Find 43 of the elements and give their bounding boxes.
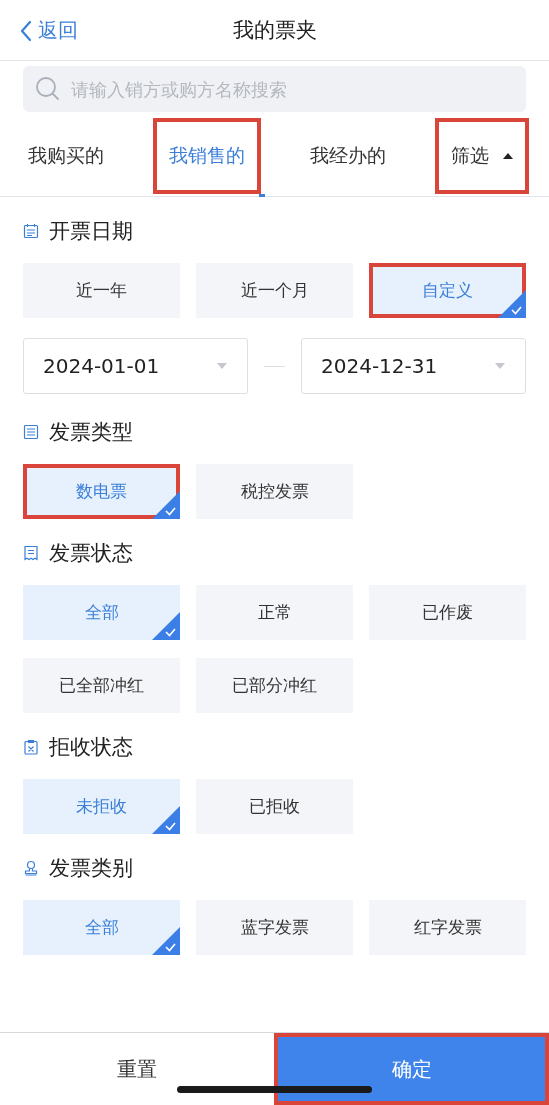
page-title: 我的票夹: [232, 17, 317, 44]
back-button[interactable]: 返回: [20, 17, 78, 44]
check-corner-icon: [152, 612, 180, 640]
clipboard-x-icon: [23, 739, 39, 755]
section-title: 拒收状态: [49, 734, 133, 761]
filter-option[interactable]: 已部分冲红: [196, 658, 353, 713]
filter-option[interactable]: 蓝字发票: [196, 900, 353, 955]
filter-option[interactable]: 数电票: [23, 464, 180, 519]
caret-down-icon: [495, 363, 505, 369]
filter-option[interactable]: 全部: [23, 585, 180, 640]
date-picker[interactable]: 2024-01-01: [23, 338, 248, 394]
filter-option[interactable]: 自定义: [369, 263, 526, 318]
check-corner-icon: [498, 290, 526, 318]
filter-option[interactable]: 红字发票: [369, 900, 526, 955]
tab[interactable]: 我购买的: [12, 118, 120, 194]
tab[interactable]: 我经办的: [294, 118, 402, 194]
section-title: 发票类型: [49, 419, 133, 446]
caret-down-icon: [217, 363, 227, 369]
chevron-left-icon: [20, 19, 32, 42]
filter-option[interactable]: 已拒收: [196, 779, 353, 834]
receipt-icon: [23, 545, 39, 561]
filter-option[interactable]: 近一年: [23, 263, 180, 318]
filter-option[interactable]: 未拒收: [23, 779, 180, 834]
filter-tab[interactable]: 筛选: [435, 118, 529, 194]
stamp-icon: [23, 860, 39, 876]
filter-option[interactable]: 已全部冲红: [23, 658, 180, 713]
check-corner-icon: [152, 491, 180, 519]
filter-option[interactable]: 全部: [23, 900, 180, 955]
calendar-icon: [23, 223, 39, 239]
filter-option[interactable]: 正常: [196, 585, 353, 640]
filter-option[interactable]: 税控发票: [196, 464, 353, 519]
filter-option[interactable]: 近一个月: [196, 263, 353, 318]
check-corner-icon: [152, 927, 180, 955]
section-title: 开票日期: [49, 218, 133, 245]
date-picker[interactable]: 2024-12-31: [301, 338, 526, 394]
section-title: 发票状态: [49, 540, 133, 567]
filter-option[interactable]: 已作废: [369, 585, 526, 640]
caret-up-icon: [503, 153, 513, 159]
confirm-button[interactable]: 确定: [274, 1033, 549, 1105]
check-corner-icon: [152, 806, 180, 834]
search-field[interactable]: 请输入销方或购方名称搜索: [23, 66, 526, 112]
list-icon: [23, 424, 39, 440]
section-title: 发票类别: [49, 855, 133, 882]
